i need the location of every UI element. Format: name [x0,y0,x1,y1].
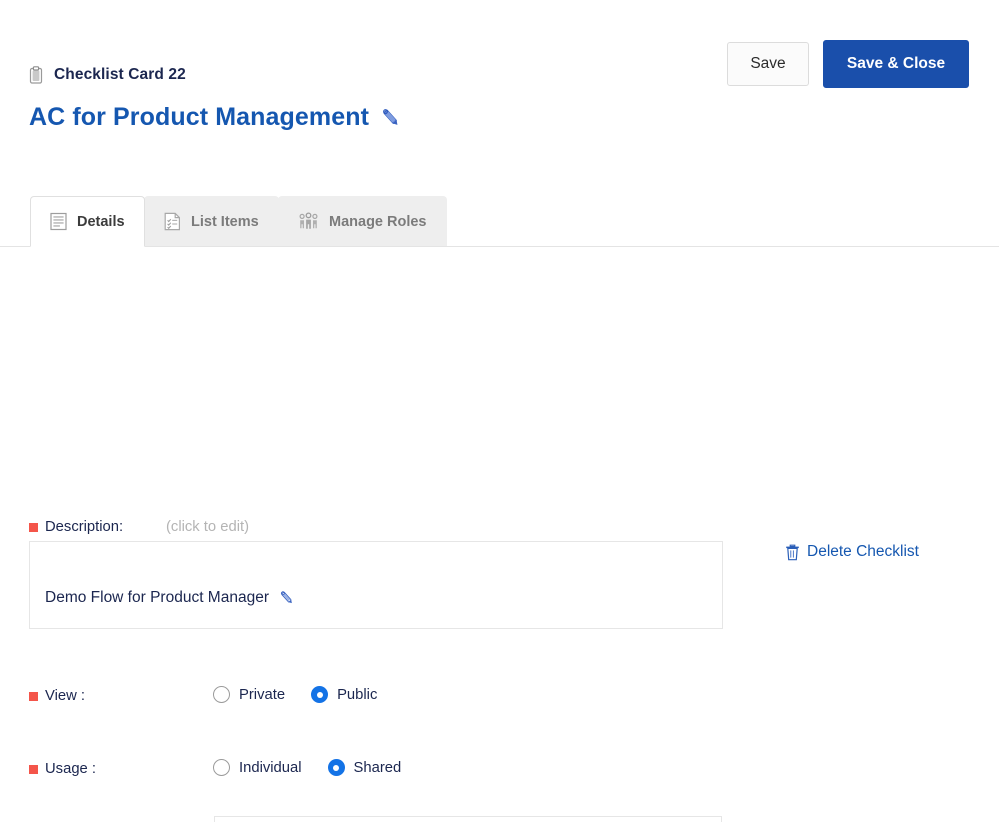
delete-checklist-label: Delete Checklist [807,543,919,560]
usage-option-individual[interactable]: Individual [213,759,302,776]
tab-list-items[interactable]: List Items [144,196,279,246]
radio-private[interactable] [213,686,230,703]
view-radio-group: Private Public [213,686,377,703]
view-option-private[interactable]: Private [213,686,285,703]
view-option-public-label: Public [337,686,378,703]
usage-label-text: Usage : [45,761,96,777]
checklist-card-page: Checklist Card 22 AC for Product Managem… [0,0,999,822]
description-hint: (click to edit) [166,519,250,535]
usage-label: Usage : [29,761,96,777]
tab-bar: Details List Items Manage Roles [0,196,999,248]
radio-individual[interactable] [213,759,230,776]
view-option-public[interactable]: Public [311,686,377,703]
radio-shared[interactable] [327,759,345,776]
tab-manage-roles-label: Manage Roles [329,213,427,230]
pencil-icon[interactable] [379,106,403,130]
radio-public[interactable] [311,686,329,703]
tab-bottom-divider [0,246,999,247]
document-lines-icon [50,212,67,231]
usage-option-shared-label: Shared [353,759,402,776]
pencil-icon[interactable] [278,589,296,607]
save-button[interactable]: Save [727,42,809,86]
shared-with-select[interactable]: Users [214,816,722,822]
clipboard-icon [29,66,43,84]
view-label-text: View : [45,688,86,704]
description-value: Demo Flow for Product Manager [45,589,269,606]
description-label: Description: [29,519,123,535]
save-and-close-button-label: Save & Close [846,55,946,72]
description-label-text: Description: [45,519,124,535]
tab-details[interactable]: Details [30,196,145,247]
usage-radio-group: Individual Shared [213,759,401,776]
description-value-row: Demo Flow for Product Manager [45,589,296,607]
save-and-close-button[interactable]: Save & Close [823,40,969,88]
view-label: View : [29,688,85,704]
view-option-private-label: Private [239,686,286,703]
required-marker-icon [29,764,38,774]
description-box[interactable]: Demo Flow for Product Manager [29,541,723,629]
page-header: Checklist Card 22 AC for Product Managem… [0,0,999,185]
document-checklist-icon [164,212,181,231]
card-label-text: Checklist Card 22 [54,66,186,83]
trash-icon [785,544,800,561]
page-title: AC for Product Management [29,103,370,131]
delete-checklist-button[interactable]: Delete Checklist [785,543,919,561]
tab-details-label: Details [77,213,125,230]
tab-list-items-label: List Items [191,213,259,230]
usage-option-shared[interactable]: Shared [327,759,402,776]
save-button-label: Save [750,55,786,72]
required-marker-icon [29,522,38,532]
required-marker-icon [29,691,38,701]
people-group-icon [298,212,319,231]
page-title-row: AC for Product Management [29,103,403,132]
usage-option-individual-label: Individual [239,759,302,776]
tab-manage-roles[interactable]: Manage Roles [278,196,447,246]
breadcrumb: Checklist Card 22 [29,66,186,84]
